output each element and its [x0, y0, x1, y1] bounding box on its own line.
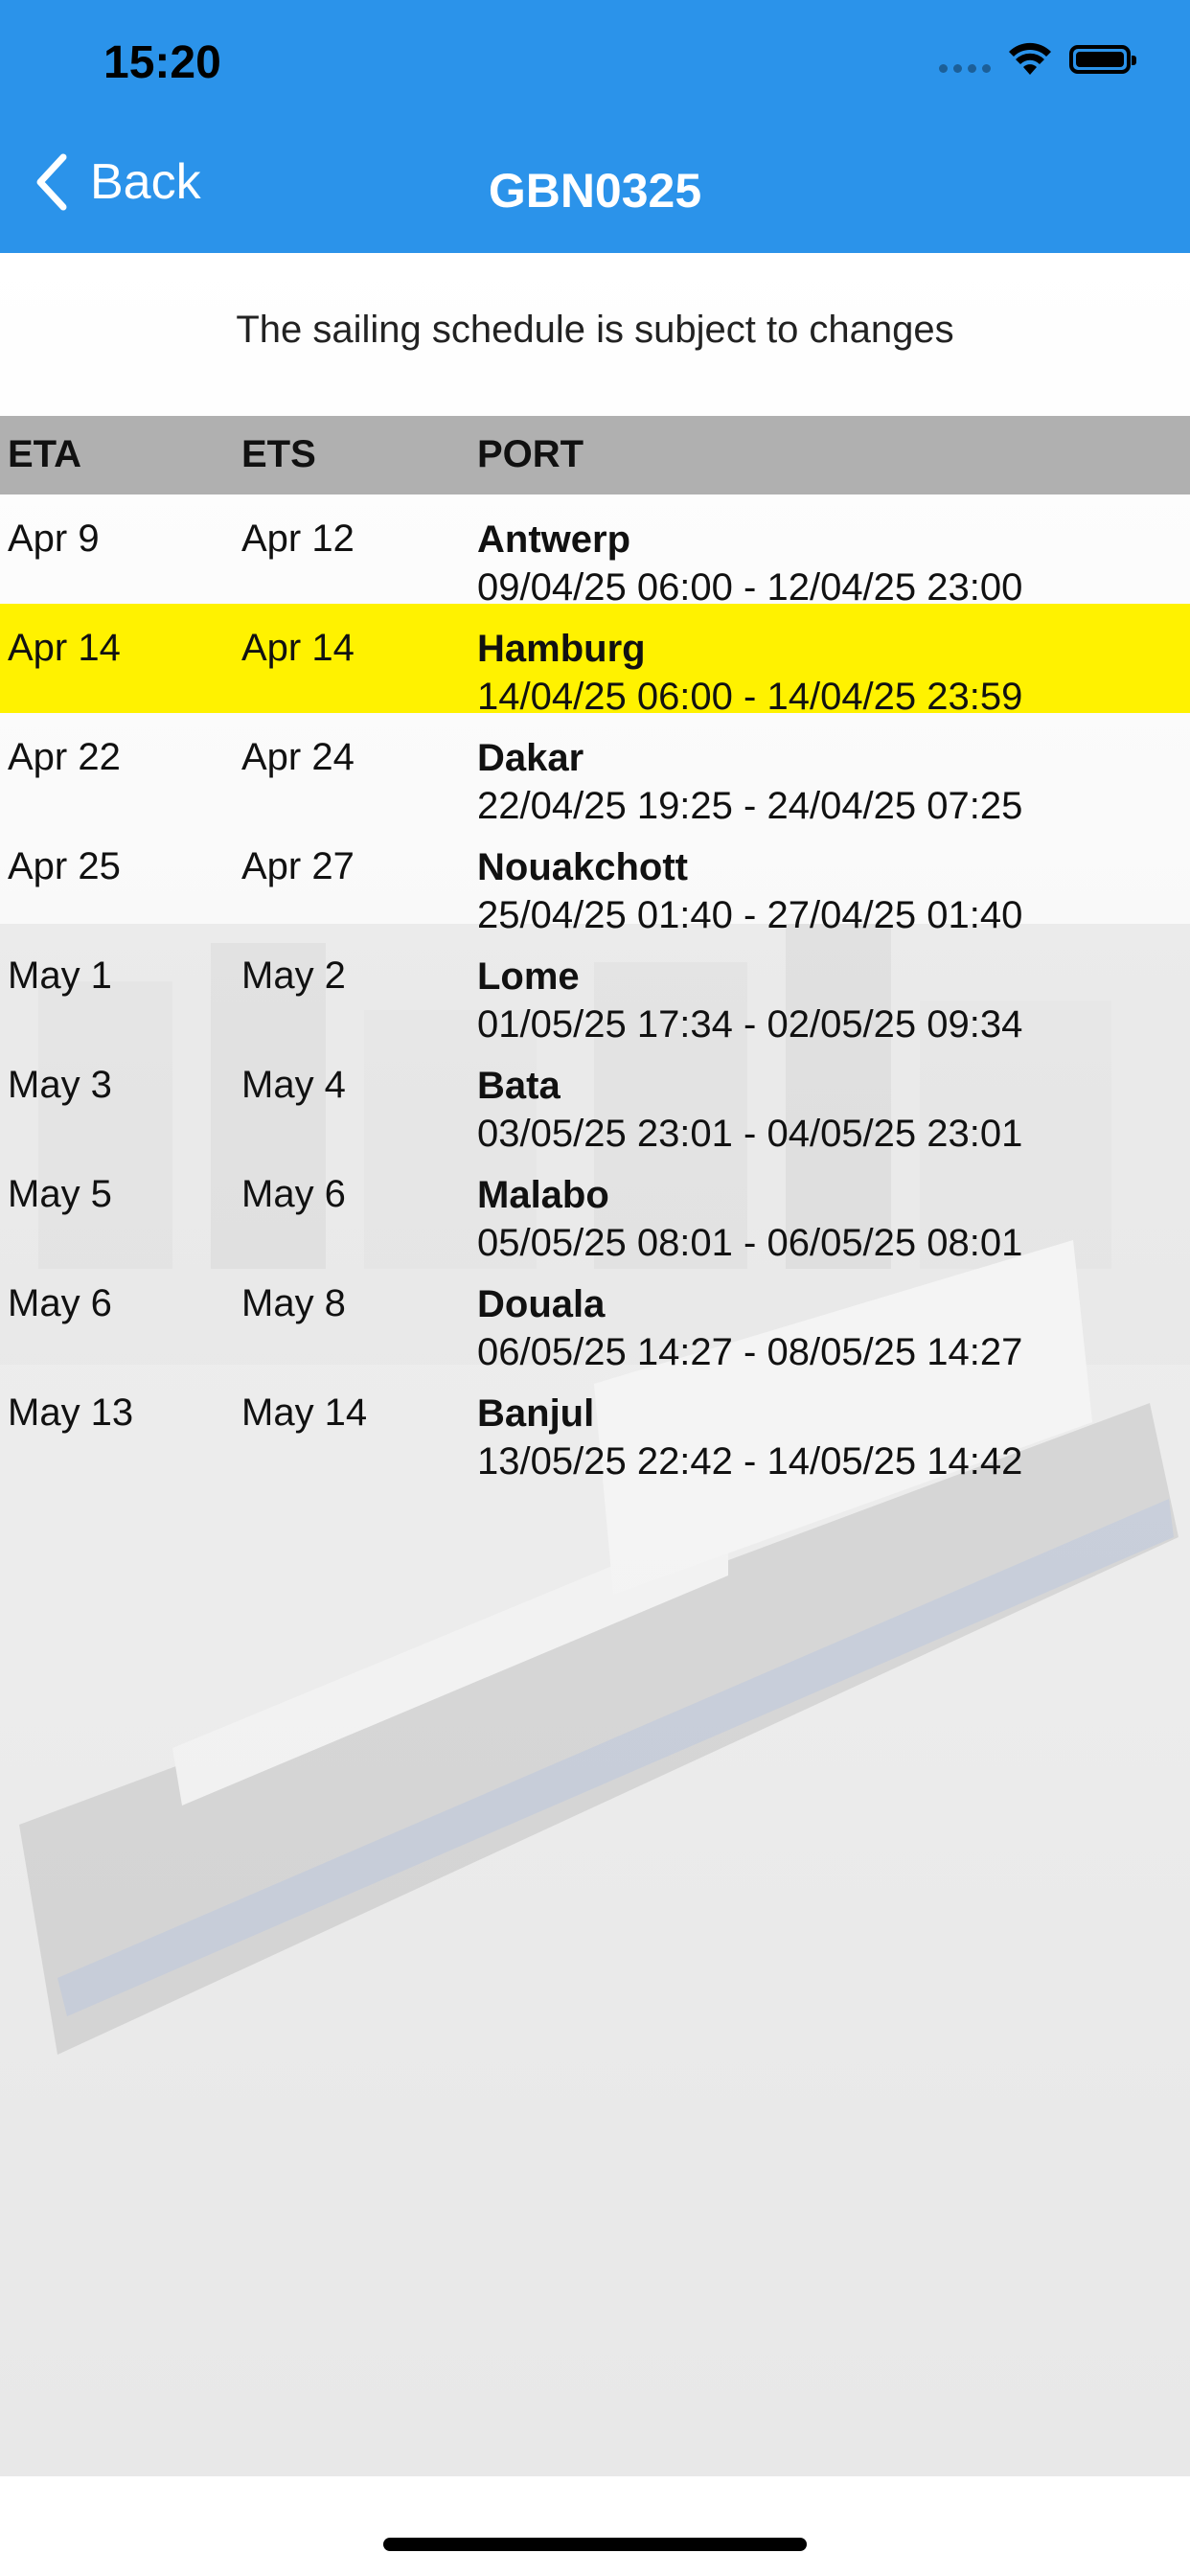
ets-cell: May 14: [241, 1392, 368, 1434]
ets-cell: Apr 27: [241, 845, 355, 887]
eta-cell: May 1: [8, 954, 112, 997]
table-row[interactable]: Apr 14 Apr 14 Hamburg 14/04/25 06:00 - 1…: [0, 604, 1190, 718]
eta-cell: Apr 9: [8, 518, 100, 560]
port-name: Banjul: [477, 1392, 595, 1435]
status-time: 15:20: [103, 37, 221, 88]
port-name: Nouakchott: [477, 846, 688, 888]
schedule-list: Apr 9 Apr 12 Antwerp 09/04/25 06:00 - 12…: [0, 494, 1190, 1483]
signal-icon: [939, 40, 991, 79]
ets-cell: May 8: [241, 1282, 346, 1324]
schedule-content: The sailing schedule is subject to chang…: [0, 253, 1190, 2476]
port-cell: Lome 01/05/25 17:34 - 02/05/25 09:34: [477, 953, 1022, 1048]
table-row[interactable]: May 13 May 14 Banjul 13/05/25 22:42 - 14…: [0, 1368, 1190, 1483]
ets-cell: Apr 24: [241, 736, 355, 778]
eta-cell: May 5: [8, 1173, 112, 1215]
eta-column-header: ETA: [8, 433, 82, 475]
ets-column-header: ETS: [241, 433, 316, 475]
schedule-notice: The sailing schedule is subject to chang…: [236, 309, 954, 351]
table-row[interactable]: Apr 25 Apr 27 Nouakchott 25/04/25 01:40 …: [0, 822, 1190, 936]
eta-cell: May 6: [8, 1282, 112, 1324]
eta-cell: May 13: [8, 1392, 134, 1434]
status-icons: [939, 40, 1136, 79]
table-row[interactable]: May 6 May 8 Douala 06/05/25 14:27 - 08/0…: [0, 1259, 1190, 1373]
port-cell: Nouakchott 25/04/25 01:40 - 27/04/25 01:…: [477, 843, 1022, 939]
port-name: Malabo: [477, 1174, 609, 1216]
port-time-range: 13/05/25 22:42 - 14/05/25 14:42: [477, 1440, 1023, 1483]
page-title: GBN0325: [488, 164, 702, 218]
home-indicator[interactable]: [383, 2538, 807, 2551]
port-column-header: PORT: [477, 433, 584, 475]
port-cell: Hamburg 14/04/25 06:00 - 14/04/25 23:59: [477, 625, 1022, 721]
navigation-header: 15:20 Back GBN0325: [0, 0, 1190, 253]
port-cell: Banjul 13/05/25 22:42 - 14/05/25 14:42: [477, 1390, 1022, 1485]
port-name: Bata: [477, 1065, 561, 1107]
eta-cell: Apr 14: [8, 627, 121, 669]
table-row[interactable]: Apr 22 Apr 24 Dakar 22/04/25 19:25 - 24/…: [0, 713, 1190, 827]
port-cell: Malabo 05/05/25 08:01 - 06/05/25 08:01: [477, 1171, 1022, 1267]
port-name: Dakar: [477, 737, 584, 779]
table-row[interactable]: May 3 May 4 Bata 03/05/25 23:01 - 04/05/…: [0, 1041, 1190, 1155]
ets-cell: May 6: [241, 1173, 346, 1215]
port-name: Antwerp: [477, 518, 630, 561]
port-name: Douala: [477, 1283, 606, 1325]
wifi-icon: [1009, 42, 1051, 75]
ets-cell: May 4: [241, 1064, 346, 1106]
port-cell: Bata 03/05/25 23:01 - 04/05/25 23:01: [477, 1062, 1022, 1158]
ets-cell: Apr 14: [241, 627, 355, 669]
port-name: Lome: [477, 955, 580, 998]
port-name: Hamburg: [477, 628, 646, 670]
port-cell: Antwerp 09/04/25 06:00 - 12/04/25 23:00: [477, 516, 1022, 611]
eta-cell: May 3: [8, 1064, 112, 1106]
table-row[interactable]: Apr 9 Apr 12 Antwerp 09/04/25 06:00 - 12…: [0, 494, 1190, 609]
ets-cell: May 2: [241, 954, 346, 997]
home-indicator-area: [0, 2476, 1190, 2576]
table-row[interactable]: May 1 May 2 Lome 01/05/25 17:34 - 02/05/…: [0, 932, 1190, 1046]
eta-cell: Apr 25: [8, 845, 121, 887]
battery-icon: [1069, 45, 1136, 74]
port-cell: Dakar 22/04/25 19:25 - 24/04/25 07:25: [477, 734, 1022, 830]
table-row[interactable]: May 5 May 6 Malabo 05/05/25 08:01 - 06/0…: [0, 1150, 1190, 1264]
ets-cell: Apr 12: [241, 518, 355, 560]
eta-cell: Apr 22: [8, 736, 121, 778]
port-cell: Douala 06/05/25 14:27 - 08/05/25 14:27: [477, 1280, 1022, 1376]
table-header: ETA ETS PORT: [0, 416, 1190, 494]
